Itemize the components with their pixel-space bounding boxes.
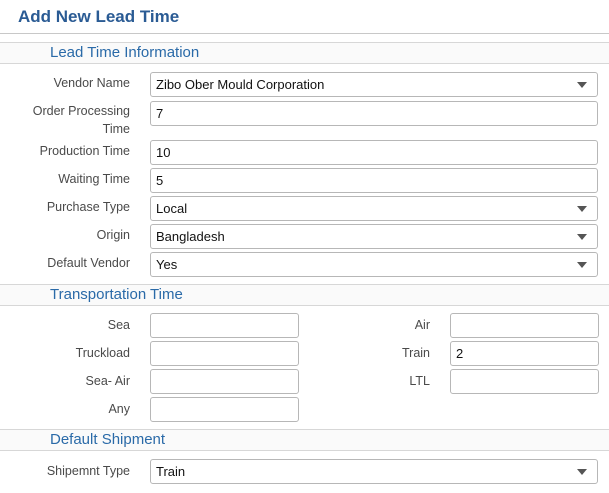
section-title: Default Shipment xyxy=(50,431,166,448)
sea-input[interactable] xyxy=(150,313,299,338)
origin-label: Origin xyxy=(96,228,130,242)
sea-air-input[interactable] xyxy=(150,369,299,394)
origin-value: Bangladesh xyxy=(156,229,225,244)
vendor-name-value: Zibo Ober Mould Corporation xyxy=(156,77,325,92)
shipment-type-select[interactable]: Train xyxy=(150,459,598,484)
default-vendor-label: Default Vendor xyxy=(47,256,130,270)
order-processing-time-label: Order Processing Time xyxy=(33,102,130,138)
production-time-input[interactable]: 10 xyxy=(150,140,598,165)
sea-label: Sea xyxy=(107,318,130,332)
section-lead-time-information: Lead Time Information xyxy=(0,42,609,64)
vendor-name-select[interactable]: Zibo Ober Mould Corporation xyxy=(150,72,598,97)
train-input[interactable]: 2 xyxy=(450,341,599,366)
purchase-type-select[interactable]: Local xyxy=(150,196,598,221)
section-title: Lead Time Information xyxy=(50,44,200,61)
purchase-type-value: Local xyxy=(156,201,188,216)
air-label: Air xyxy=(414,318,430,332)
truckload-input[interactable] xyxy=(150,341,299,366)
chevron-down-icon xyxy=(577,206,587,212)
ltl-input[interactable] xyxy=(450,369,599,394)
waiting-time-input[interactable]: 5 xyxy=(150,168,598,193)
page-title: Add New Lead Time xyxy=(18,7,180,26)
ltl-label: LTL xyxy=(409,374,430,388)
any-label: Any xyxy=(108,402,130,416)
sea-air-label: Sea- Air xyxy=(85,374,130,388)
air-input[interactable] xyxy=(450,313,599,338)
order-processing-time-value: 7 xyxy=(156,106,164,121)
truckload-label: Truckload xyxy=(75,346,130,360)
section-default-shipment: Default Shipment xyxy=(0,429,609,451)
title-divider xyxy=(0,33,609,34)
train-label: Train xyxy=(401,346,430,360)
default-vendor-select[interactable]: Yes xyxy=(150,252,598,277)
label-line: Order Processing xyxy=(32,104,130,118)
waiting-time-label: Waiting Time xyxy=(58,172,130,186)
any-input[interactable] xyxy=(150,397,299,422)
section-title: Transportation Time xyxy=(50,286,183,303)
production-time-value: 10 xyxy=(156,145,171,160)
chevron-down-icon xyxy=(577,262,587,268)
shipment-type-label: Shipemnt Type xyxy=(46,464,130,478)
vendor-name-label: Vendor Name xyxy=(53,76,130,90)
waiting-time-value: 5 xyxy=(156,173,164,188)
label-line: Time xyxy=(102,122,130,136)
train-value: 2 xyxy=(456,346,464,361)
origin-select[interactable]: Bangladesh xyxy=(150,224,598,249)
purchase-type-label: Purchase Type xyxy=(46,200,130,214)
default-vendor-value: Yes xyxy=(156,257,178,272)
chevron-down-icon xyxy=(577,469,587,475)
chevron-down-icon xyxy=(577,82,587,88)
section-transportation-time: Transportation Time xyxy=(0,284,609,306)
shipment-type-value: Train xyxy=(156,464,186,479)
order-processing-time-input[interactable]: 7 xyxy=(150,101,598,126)
chevron-down-icon xyxy=(577,234,587,240)
production-time-label: Production Time xyxy=(39,144,130,158)
